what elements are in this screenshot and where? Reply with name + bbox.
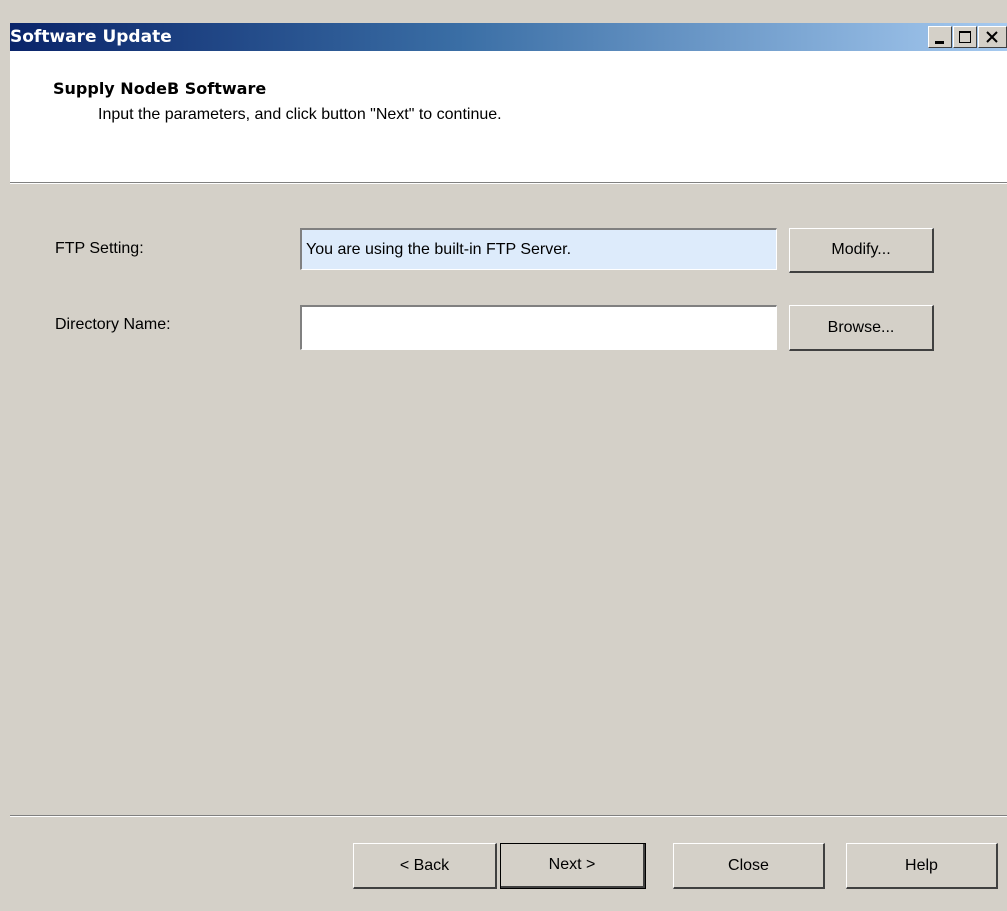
close-button[interactable]: Close — [673, 843, 825, 889]
header-divider — [10, 182, 1007, 184]
directory-name-input[interactable] — [300, 305, 777, 350]
page-subtitle: Input the parameters, and click button "… — [98, 106, 502, 123]
modify-button[interactable]: Modify... — [789, 228, 934, 273]
wizard-header: Supply NodeB Software Input the paramete… — [10, 51, 1007, 182]
title-bar[interactable]: Software Update — [10, 23, 1007, 51]
footer-divider — [10, 815, 1007, 817]
window-title: Software Update — [10, 27, 172, 47]
help-button[interactable]: Help — [846, 843, 998, 889]
next-button[interactable]: Next > — [500, 843, 646, 889]
directory-name-label: Directory Name: — [55, 316, 171, 333]
ftp-setting-label: FTP Setting: — [55, 240, 144, 257]
ftp-setting-field[interactable] — [300, 228, 777, 270]
close-icon — [986, 31, 998, 43]
page-title: Supply NodeB Software — [53, 79, 267, 98]
browse-button[interactable]: Browse... — [789, 305, 934, 351]
software-update-window: Software Update Supply NodeB Software In… — [0, 0, 1007, 911]
maximize-icon — [959, 31, 971, 43]
back-button[interactable]: < Back — [353, 843, 497, 889]
minimize-icon — [935, 41, 944, 44]
minimize-button[interactable] — [928, 26, 952, 48]
maximize-button[interactable] — [953, 26, 977, 48]
close-window-button[interactable] — [978, 26, 1007, 48]
